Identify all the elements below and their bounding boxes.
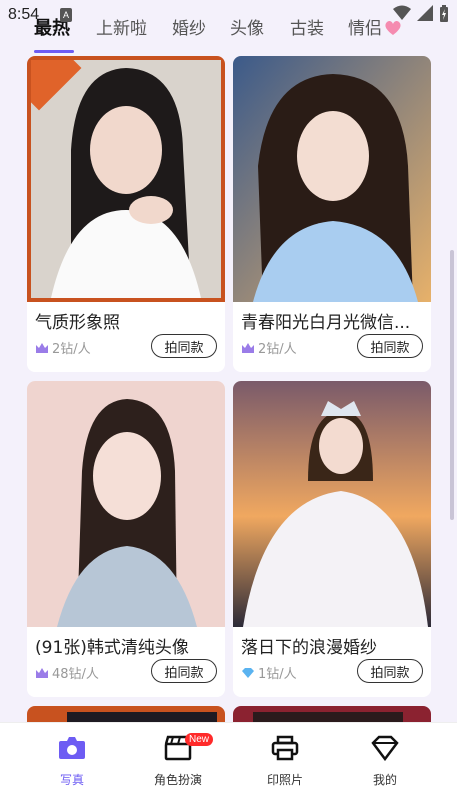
template-card[interactable]: (91张)韩式清纯头像 48钻/人 拍同款 bbox=[27, 381, 225, 697]
status-time: 8:54 bbox=[8, 6, 40, 23]
card-title: 落日下的浪漫婚纱 bbox=[241, 638, 377, 658]
card-cost: 48钻/人 bbox=[35, 663, 99, 682]
card-photo bbox=[27, 56, 225, 302]
portrait-image bbox=[31, 60, 221, 298]
nav-label: 角色扮演 bbox=[153, 773, 202, 787]
nav-mine[interactable]: 我的 bbox=[340, 735, 430, 788]
template-card[interactable]: 落日下的浪漫婚纱 1钻/人 拍同款 bbox=[233, 381, 431, 697]
new-badge: New bbox=[185, 733, 214, 746]
card-cost: 2钻/人 bbox=[35, 338, 91, 357]
card-photo bbox=[233, 56, 431, 302]
nav-label: 写真 bbox=[59, 773, 84, 787]
portrait-image bbox=[27, 381, 225, 627]
crown-icon bbox=[36, 667, 48, 678]
template-card[interactable]: 青春阳光白月光微信... 2钻/人 拍同款 bbox=[233, 56, 431, 372]
nav-label: 我的 bbox=[372, 773, 397, 787]
bottom-navigation: 写真 New 角色扮演 印照片 我的 bbox=[0, 722, 457, 812]
card-cost: 1钻/人 bbox=[241, 663, 297, 682]
printer-icon bbox=[271, 735, 299, 761]
card-cost-text: 2钻/人 bbox=[258, 342, 297, 357]
crown-icon bbox=[36, 342, 48, 353]
heart-icon bbox=[385, 20, 401, 35]
card-title: 气质形象照 bbox=[35, 313, 120, 333]
portrait-image bbox=[233, 56, 431, 302]
card-photo bbox=[27, 381, 225, 627]
nav-label: 印照片 bbox=[266, 773, 303, 787]
card-cost: 2钻/人 bbox=[241, 338, 297, 357]
card-title: 青春阳光白月光微信... bbox=[241, 313, 411, 333]
camera-icon bbox=[59, 737, 85, 759]
crown-icon bbox=[242, 342, 254, 353]
nav-roleplay[interactable]: New 角色扮演 bbox=[133, 733, 223, 788]
nav-print[interactable]: 印照片 bbox=[240, 735, 330, 788]
card-cost-text: 2钻/人 bbox=[52, 342, 91, 357]
take-same-button[interactable]: 拍同款 bbox=[151, 659, 217, 683]
take-same-button[interactable]: 拍同款 bbox=[151, 334, 217, 358]
scrollbar[interactable] bbox=[450, 250, 454, 520]
template-grid: 气质形象照 2钻/人 拍同款 青春阳光白月光微信... 2钻/人 拍同款 (91… bbox=[0, 0, 457, 812]
portrait-image bbox=[233, 381, 431, 627]
card-photo bbox=[233, 381, 431, 627]
diamond-icon bbox=[371, 735, 399, 762]
tab-underline bbox=[34, 50, 74, 53]
notification-icon: A bbox=[60, 8, 72, 22]
card-cost-text: 48钻/人 bbox=[52, 667, 99, 682]
battery-icon bbox=[440, 5, 448, 22]
take-same-button[interactable]: 拍同款 bbox=[357, 334, 423, 358]
wifi-icon bbox=[393, 5, 411, 20]
take-same-button[interactable]: 拍同款 bbox=[357, 659, 423, 683]
signal-icon bbox=[417, 5, 433, 21]
nav-photo[interactable]: 写真 bbox=[27, 735, 117, 788]
card-cost-text: 1钻/人 bbox=[258, 667, 297, 682]
template-card[interactable]: 气质形象照 2钻/人 拍同款 bbox=[27, 56, 225, 372]
gem-icon bbox=[242, 667, 254, 678]
card-title: (91张)韩式清纯头像 bbox=[35, 638, 189, 658]
